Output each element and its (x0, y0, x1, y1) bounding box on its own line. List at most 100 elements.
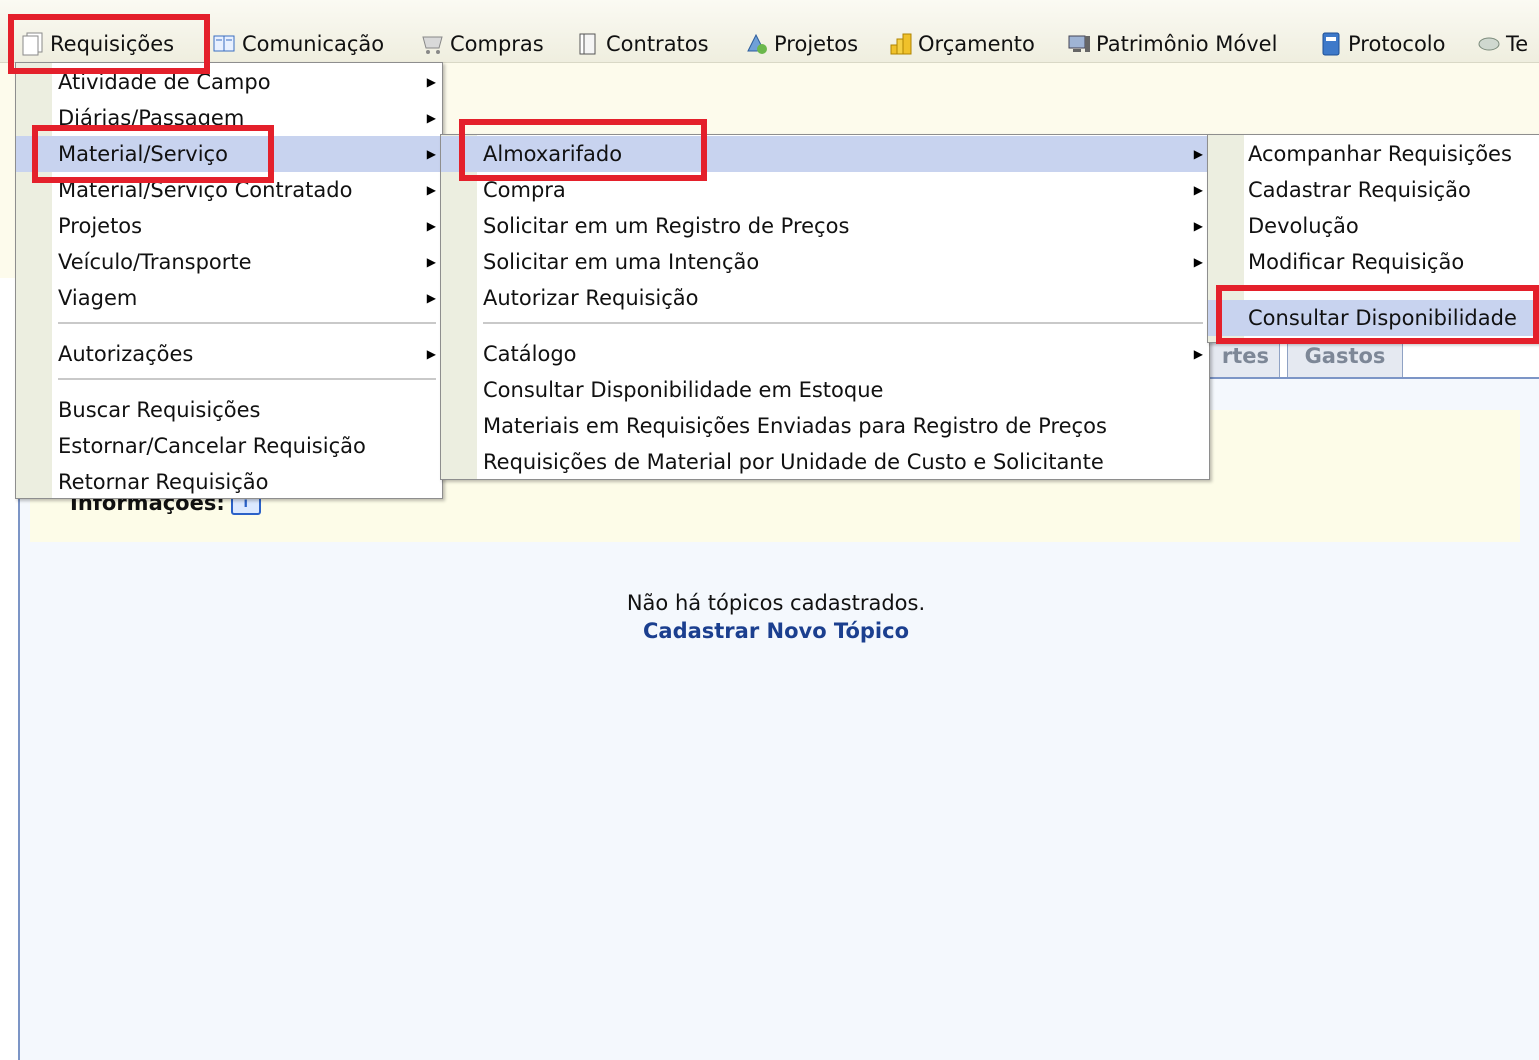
menu-item-acompanhar-requisicoes[interactable]: Acompanhar Requisições (1208, 136, 1539, 172)
menu-item-autorizar-requisicao[interactable]: Autorizar Requisição (441, 280, 1209, 316)
contract-icon (579, 33, 596, 55)
menu-label: Protocolo (1348, 32, 1446, 56)
menu-item-label: Almoxarifado (483, 142, 623, 166)
empty-message: Não há tópicos cadastrados. (626, 591, 926, 615)
menu-separator (58, 378, 436, 380)
menu-item-label: Materiais em Requisições Enviadas para R… (483, 414, 1107, 438)
menu-item-label: Estornar/Cancelar Requisição (58, 434, 366, 458)
tab-label: Gastos (1304, 344, 1386, 368)
menu-item-projetos[interactable]: Projetos ▶ (16, 208, 442, 244)
menu-item-almoxarifado[interactable]: Almoxarifado ▶ (441, 136, 1209, 172)
menu-item-label: Solicitar em uma Intenção (483, 250, 760, 274)
menu-item-compra[interactable]: Compra ▶ (441, 172, 1209, 208)
menu-item-solicitar-intencao[interactable]: Solicitar em uma Intenção ▶ (441, 244, 1209, 280)
menu-item-cadastrar-requisicao[interactable]: Cadastrar Requisição (1208, 172, 1539, 208)
menu-item-label: Modificar Requisição (1248, 250, 1465, 274)
menu-item-label: Autorizações (58, 342, 194, 366)
menu-item-estornar-cancelar[interactable]: Estornar/Cancelar Requisição (16, 428, 442, 464)
menu-item-buscar-requisicoes[interactable]: Buscar Requisições (16, 392, 442, 428)
material-servico-submenu: Almoxarifado ▶ Compra ▶ Solicitar em um Re… (440, 134, 1210, 480)
menu-label: Contratos (606, 32, 709, 56)
book-icon (213, 35, 235, 52)
menu-item-viagem[interactable]: Viagem ▶ (16, 280, 442, 316)
menu-requisicoes[interactable]: Requisições (20, 26, 174, 60)
top-menu-bar: Requisições Comunicação Compras Contrato… (0, 0, 1539, 63)
binder-icon (1322, 32, 1340, 56)
menu-comunicacao[interactable]: Comunicação (212, 26, 384, 60)
project-icon (747, 33, 767, 54)
requisicoes-dropdown: Atividade de Campo ▶ Diárias/Passagem ▶ Ma… (15, 62, 443, 499)
menu-item-label: Acompanhar Requisições (1248, 142, 1512, 166)
menu-separator (1250, 285, 1539, 287)
submenu-arrow-icon: ▶ (426, 147, 436, 161)
menu-item-label: Material/Serviço (58, 142, 228, 166)
menu-te[interactable]: Te (1476, 26, 1528, 60)
menu-item-material-servico-contratado[interactable]: Material/Serviço Contratado ▶ (16, 172, 442, 208)
menu-item-label: Solicitar em um Registro de Preços (483, 214, 850, 238)
almoxarifado-submenu: Acompanhar Requisições Cadastrar Requisi… (1207, 134, 1539, 343)
tag-icon (1478, 37, 1500, 51)
menu-item-label: Projetos (58, 214, 143, 238)
submenu-arrow-icon: ▶ (426, 291, 436, 305)
menu-item-label: Requisições de Material por Unidade de C… (483, 450, 1104, 474)
menu-item-diarias-passagem[interactable]: Diárias/Passagem ▶ (16, 100, 442, 136)
menu-item-requisicoes-unidade-custo[interactable]: Requisições de Material por Unidade de C… (441, 444, 1209, 480)
menu-item-consultar-disponibilidade-estoque[interactable]: Consultar Disponibilidade em Estoque (441, 372, 1209, 408)
menu-item-devolucao[interactable]: Devolução (1208, 208, 1539, 244)
menu-item-material-servico[interactable]: Material/Serviço ▶ (16, 136, 442, 172)
menu-item-label: Viagem (58, 286, 138, 310)
menu-compras[interactable]: Compras (420, 26, 544, 60)
menu-item-label: Consultar Disponibilidade (1248, 306, 1517, 330)
menu-item-retornar-requisicao[interactable]: Retornar Requisição (16, 464, 442, 500)
menu-item-label: Consultar Disponibilidade em Estoque (483, 378, 884, 402)
menu-item-label: Veículo/Transporte (58, 250, 252, 274)
new-topic-link[interactable]: Cadastrar Novo Tópico (0, 619, 1539, 643)
menu-item-consultar-disponibilidade[interactable]: Consultar Disponibilidade (1208, 300, 1539, 336)
menu-item-label: Devolução (1248, 214, 1359, 238)
menu-item-solicitar-registro-precos[interactable]: Solicitar em um Registro de Preços ▶ (441, 208, 1209, 244)
submenu-arrow-icon: ▶ (426, 255, 436, 269)
cart-icon (422, 36, 443, 54)
submenu-arrow-icon: ▶ (426, 111, 436, 125)
submenu-arrow-icon: ▶ (426, 183, 436, 197)
menu-item-catalogo[interactable]: Catálogo ▶ (441, 336, 1209, 372)
menu-projetos[interactable]: Projetos (744, 26, 858, 60)
menu-separator (58, 322, 436, 324)
submenu-arrow-icon: ▶ (1193, 255, 1203, 269)
menu-item-modificar-requisicao[interactable]: Modificar Requisição (1208, 244, 1539, 280)
tab-label: rtes (1221, 344, 1269, 368)
menu-label: Comunicação (242, 32, 385, 56)
menu-item-label: Material/Serviço Contratado (58, 178, 353, 202)
menu-item-label: Compra (483, 178, 566, 202)
menu-item-label: Autorizar Requisição (483, 286, 699, 310)
menu-item-label: Retornar Requisição (58, 470, 269, 494)
menu-label: Orçamento (918, 32, 1035, 56)
menu-item-atividade-de-campo[interactable]: Atividade de Campo ▶ (16, 64, 442, 100)
submenu-arrow-icon: ▶ (1193, 147, 1203, 161)
menu-orcamento[interactable]: Orçamento (888, 26, 1035, 60)
menu-separator (483, 322, 1203, 324)
menu-item-label: Atividade de Campo (58, 70, 271, 94)
menu-item-materiais-registro-precos[interactable]: Materiais em Requisições Enviadas para R… (441, 408, 1209, 444)
submenu-arrow-icon: ▶ (1193, 219, 1203, 233)
menu-label: Te (1506, 32, 1529, 56)
submenu-arrow-icon: ▶ (426, 219, 436, 233)
coins-icon (890, 33, 912, 55)
menu-item-label: Diárias/Passagem (58, 106, 245, 130)
menu-item-label: Cadastrar Requisição (1248, 178, 1471, 202)
menu-item-veiculo-transporte[interactable]: Veículo/Transporte ▶ (16, 244, 442, 280)
submenu-arrow-icon: ▶ (1193, 347, 1203, 361)
menu-label: Patrimônio Móvel (1096, 32, 1278, 56)
menu-contratos[interactable]: Contratos (576, 26, 709, 60)
menu-patrimonio-movel[interactable]: Patrimônio Móvel (1066, 26, 1277, 60)
menu-protocolo[interactable]: Protocolo (1318, 26, 1445, 60)
menu-label: Requisições (50, 32, 175, 56)
menu-label: Projetos (774, 32, 859, 56)
submenu-arrow-icon: ▶ (426, 347, 436, 361)
menu-item-label: Buscar Requisições (58, 398, 261, 422)
menu-item-label: Catálogo (483, 342, 577, 366)
document-icon (22, 32, 43, 56)
menu-item-autorizacoes[interactable]: Autorizações ▶ (16, 336, 442, 372)
computer-icon (1068, 35, 1090, 52)
submenu-arrow-icon: ▶ (1193, 183, 1203, 197)
